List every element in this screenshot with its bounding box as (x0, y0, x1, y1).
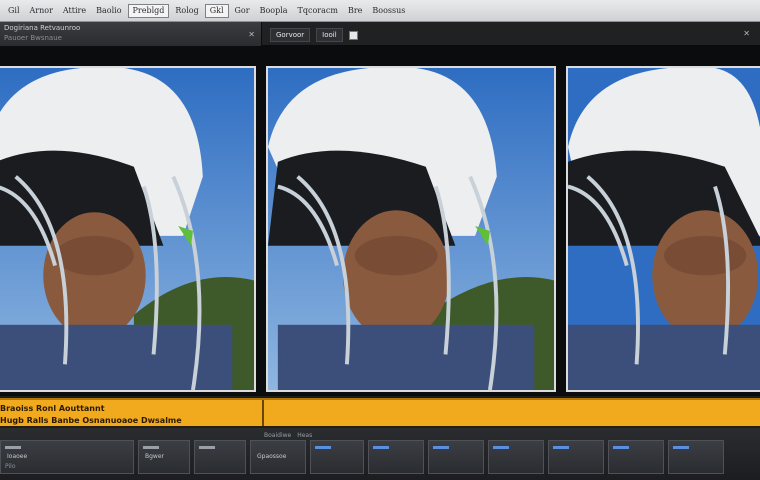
tool-cell-label: Bgwer (145, 453, 164, 460)
timeline-ruler: Boaidiwe Heas (0, 430, 760, 440)
ruler-label-1: Heas (297, 431, 313, 439)
tool-cell-9[interactable] (608, 440, 664, 474)
tool-cell-3[interactable]: Gpaossoe (250, 440, 306, 474)
tool-cell-5[interactable] (368, 440, 424, 474)
tool-cell-7[interactable] (488, 440, 544, 474)
tool-cell-label: Gpaossoe (257, 453, 287, 460)
menu-item-8[interactable]: Boopla (256, 5, 292, 17)
menu-item-6[interactable]: Gkl (204, 3, 229, 18)
menu-bar: Gil Arnor Attire Baolio Preblgd Rolog Gk… (0, 0, 760, 22)
tool-cell-8[interactable] (548, 440, 604, 474)
left-panel-tab-sublabel: Pauoer Bwsnaue (4, 34, 62, 42)
tool-cell-sub: Pilo (5, 463, 16, 470)
portrait-image-left (0, 68, 254, 390)
tool-cell-4[interactable] (310, 440, 364, 474)
left-panel-tab[interactable]: Dogiriana Retvaunroo Pauoer Bwsnaue ✕ (0, 22, 262, 46)
tool-cell-1[interactable]: Bgwer (138, 440, 190, 474)
image-viewer-center[interactable] (266, 66, 556, 392)
status-band: Braoiss Ronl Aouttannt Hugb Ralls Banbe … (0, 398, 760, 428)
close-icon-right[interactable]: ✕ (743, 29, 750, 38)
level-icon (433, 446, 449, 449)
viewer-tab[interactable]: Gorvoor (270, 28, 311, 42)
tool-cell-0[interactable]: Ioaoee Pilo (0, 440, 134, 474)
viewer-tab-group: Gorvoor Iooil (264, 26, 358, 44)
slider-icon (143, 446, 159, 449)
tool-cell-label: Ioaoee (7, 453, 28, 460)
left-panel-tab-label: Dogiriana Retvaunroo (4, 24, 81, 32)
status-band-line2: Hugb Ralls Banbe Osnanuoaoe Dwsalme (0, 416, 182, 425)
image-viewer-right[interactable] (566, 66, 760, 392)
menu-item-0[interactable]: Gil (4, 5, 24, 17)
tool-cells: Ioaoee Pilo Bgwer Gpaossoe (0, 440, 760, 476)
level-icon (613, 446, 629, 449)
level-icon (315, 446, 331, 449)
menu-item-2[interactable]: Attire (59, 5, 90, 17)
menu-item-9[interactable]: Tqcoracm (294, 5, 342, 17)
menu-item-10[interactable]: Bre (344, 5, 366, 17)
menu-item-7[interactable]: Gor (231, 5, 254, 17)
menu-item-4[interactable]: Preblgd (127, 3, 170, 18)
close-icon[interactable]: ✕ (248, 30, 255, 39)
status-band-divider (262, 400, 264, 426)
level-icon (493, 446, 509, 449)
app-window: Gil Arnor Attire Baolio Preblgd Rolog Gk… (0, 0, 760, 480)
level-icon (373, 446, 389, 449)
menu-item-1[interactable]: Arnor (26, 5, 57, 17)
status-band-line1: Braoiss Ronl Aouttannt (0, 404, 105, 413)
panel-header-row: Dogiriana Retvaunroo Pauoer Bwsnaue ✕ Go… (0, 22, 760, 46)
ruler-label-0: Boaidiwe (264, 431, 292, 439)
portrait-image-right (568, 68, 760, 390)
viewer-tab-suffix[interactable]: Iooil (316, 28, 343, 42)
menu-item-3[interactable]: Baolio (92, 5, 125, 17)
tool-cell-2[interactable] (194, 440, 246, 474)
tool-cell-6[interactable] (428, 440, 484, 474)
level-icon (673, 446, 689, 449)
slider-icon (199, 446, 215, 449)
menu-item-11[interactable]: Boossus (368, 5, 409, 17)
image-viewer-left[interactable] (0, 66, 256, 392)
bottom-toolbar: Boaidiwe Heas Ioaoee Pilo Bgwer Gpaossoe (0, 428, 760, 480)
portrait-image-center (268, 68, 554, 390)
level-icon (553, 446, 569, 449)
slider-icon (5, 446, 21, 449)
menu-item-5[interactable]: Rolog (171, 5, 202, 17)
stop-icon[interactable] (348, 30, 358, 40)
tool-cell-10[interactable] (668, 440, 724, 474)
